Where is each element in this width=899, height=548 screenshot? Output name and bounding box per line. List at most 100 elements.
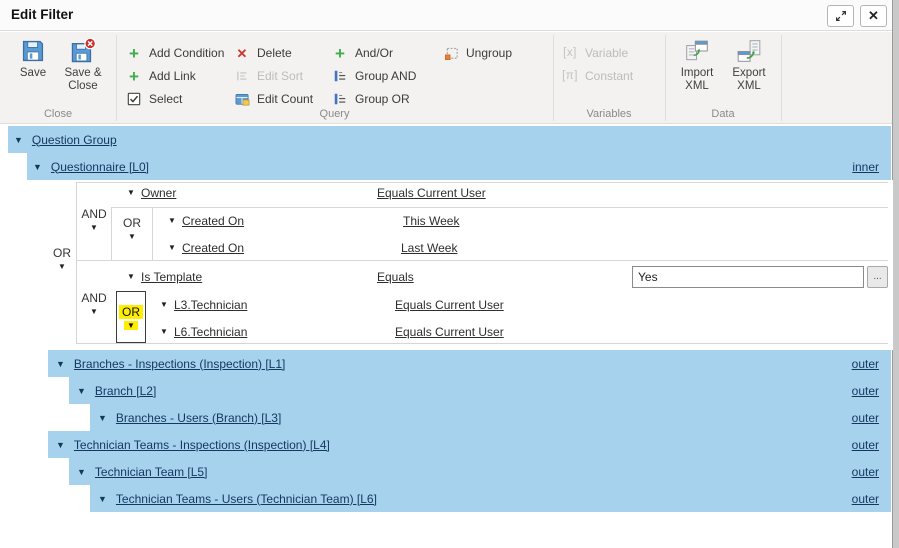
field-link-l6-technician[interactable]: L6.Technician [174, 325, 247, 339]
add-link-button[interactable]: + Add Link [126, 66, 196, 86]
field-triangle-icon[interactable]: ▼ [168, 216, 176, 225]
grid-line [152, 207, 153, 260]
dropdown-triangle-icon[interactable]: ▼ [124, 321, 138, 330]
select-label: Select [149, 92, 182, 106]
tree-row-questionnaire-l0[interactable]: ▼ Questionnaire [L0] inner [27, 153, 891, 180]
dropdown-triangle-icon[interactable]: ▼ [90, 307, 98, 316]
value-link-last-week[interactable]: Last Week [401, 241, 457, 255]
tree-link-technician-team-l5[interactable]: Technician Team [L5] [95, 465, 208, 479]
checkbox-icon [126, 92, 142, 106]
collapse-triangle-icon[interactable]: ▼ [56, 440, 65, 450]
collapse-triangle-icon[interactable]: ▼ [77, 386, 86, 396]
browse-ellipsis-button[interactable]: ... [867, 266, 888, 288]
dropdown-triangle-icon[interactable]: ▼ [58, 262, 66, 271]
maximize-button[interactable] [827, 5, 854, 27]
tree-link-question-group[interactable]: Question Group [32, 133, 117, 147]
group1-and-label: AND [81, 207, 106, 221]
add-link-label: Add Link [149, 69, 196, 83]
collapse-triangle-icon[interactable]: ▼ [77, 467, 86, 477]
close-button[interactable]: ✕ [860, 5, 887, 27]
tree-row-technician-teams-inspections-l4[interactable]: ▼ Technician Teams - Inspections (Inspec… [48, 431, 891, 458]
join-type-outer-link[interactable]: outer [852, 384, 879, 398]
sort-icon [234, 69, 250, 83]
collapse-triangle-icon[interactable]: ▼ [33, 162, 42, 172]
title-bar: Edit Filter ✕ [0, 0, 892, 31]
field-link-l3-technician[interactable]: L3.Technician [174, 298, 247, 312]
tree-link-branch-l2[interactable]: Branch [L2] [95, 384, 156, 398]
join-type-outer-link[interactable]: outer [852, 492, 879, 506]
dropdown-triangle-icon[interactable]: ▼ [90, 223, 98, 232]
and-or-button[interactable]: + And/Or [332, 43, 393, 63]
save-and-close-button[interactable]: Save & Close [58, 38, 108, 108]
tree-row-question-group[interactable]: ▼ Question Group [8, 126, 891, 153]
tree-link-branches-users-l3[interactable]: Branches - Users (Branch) [L3] [116, 411, 281, 425]
export-xml-button[interactable]: Export XML [724, 38, 774, 108]
add-condition-label: Add Condition [149, 46, 224, 60]
collapse-triangle-icon[interactable]: ▼ [14, 135, 23, 145]
value-link-l3-equals-current-user[interactable]: Equals Current User [395, 298, 504, 312]
operator-link-equals[interactable]: Equals [377, 270, 414, 284]
group2-or-label: OR [119, 305, 143, 319]
collapse-triangle-icon[interactable]: ▼ [98, 413, 107, 423]
collapse-triangle-icon[interactable]: ▼ [56, 359, 65, 369]
tree-row-branches-users-l3[interactable]: ▼ Branches - Users (Branch) [L3] outer [90, 404, 891, 431]
group-label-close: Close [0, 108, 116, 120]
field-link-created-on-1[interactable]: Created On [182, 214, 244, 228]
save-button[interactable]: Save [8, 38, 58, 108]
tree-link-technician-teams-inspections-l4[interactable]: Technician Teams - Inspections (Inspecti… [74, 438, 330, 452]
import-xml-icon [684, 38, 710, 64]
join-type-outer-link[interactable]: outer [852, 411, 879, 425]
field-link-created-on-2[interactable]: Created On [182, 241, 244, 255]
value-link-owner[interactable]: Equals Current User [377, 186, 486, 200]
field-triangle-icon[interactable]: ▼ [160, 327, 168, 336]
field-link-is-template[interactable]: Is Template [141, 270, 202, 284]
ungroup-button[interactable]: Ungroup [443, 43, 512, 63]
import-xml-button[interactable]: Import XML [672, 38, 722, 108]
group-or-icon [332, 92, 348, 106]
plus-icon: + [126, 68, 142, 85]
group1-or-operator[interactable]: OR ▼ [113, 216, 151, 241]
group-label-query: Query [116, 108, 553, 120]
join-type-outer-link[interactable]: outer [852, 357, 879, 371]
grid-line [76, 260, 888, 261]
field-triangle-icon[interactable]: ▼ [127, 272, 135, 281]
outer-or-operator[interactable]: OR ▼ [48, 246, 76, 271]
collapse-triangle-icon[interactable]: ▼ [98, 494, 107, 504]
group-separator [781, 35, 782, 121]
is-template-value-input[interactable] [632, 266, 864, 288]
group2-or-operator-selected[interactable]: OR ▼ [116, 291, 146, 343]
tree-row-branch-l2[interactable]: ▼ Branch [L2] outer [69, 377, 891, 404]
tree-row-technician-teams-users-l6[interactable]: ▼ Technician Teams - Users (Technician T… [90, 485, 891, 512]
plus-icon: + [332, 45, 348, 62]
field-triangle-icon[interactable]: ▼ [168, 243, 176, 252]
edit-count-label: Edit Count [257, 92, 313, 106]
constant-icon: [π] [562, 70, 578, 82]
group1-and-operator[interactable]: AND ▼ [77, 207, 111, 232]
tree-link-questionnaire-l0[interactable]: Questionnaire [L0] [51, 160, 149, 174]
constant-label: Constant [585, 69, 633, 83]
outer-or-label: OR [53, 246, 71, 260]
join-type-outer-link[interactable]: outer [852, 438, 879, 452]
delete-button[interactable]: ✕ Delete [234, 43, 292, 63]
grid-line [76, 343, 888, 344]
join-type-outer-link[interactable]: outer [852, 465, 879, 479]
group-and-button[interactable]: Group AND [332, 66, 416, 86]
group-or-button[interactable]: Group OR [332, 89, 410, 109]
dropdown-triangle-icon[interactable]: ▼ [128, 232, 136, 241]
tree-row-technician-team-l5[interactable]: ▼ Technician Team [L5] outer [69, 458, 891, 485]
join-type-inner-link[interactable]: inner [852, 160, 879, 174]
value-link-l6-equals-current-user[interactable]: Equals Current User [395, 325, 504, 339]
field-link-owner[interactable]: Owner [141, 186, 176, 200]
select-button[interactable]: Select [126, 89, 182, 109]
edit-count-button[interactable]: Edit Count [234, 89, 313, 109]
tree-link-branches-inspections-l1[interactable]: Branches - Inspections (Inspection) [L1] [74, 357, 285, 371]
value-link-this-week[interactable]: This Week [403, 214, 459, 228]
group2-and-operator[interactable]: AND ▼ [77, 291, 111, 316]
add-condition-button[interactable]: + Add Condition [126, 43, 224, 63]
field-triangle-icon[interactable]: ▼ [127, 188, 135, 197]
field-triangle-icon[interactable]: ▼ [160, 300, 168, 309]
constant-button: [π] Constant [562, 66, 633, 86]
save-close-icon [70, 38, 96, 64]
tree-row-branches-inspections-l1[interactable]: ▼ Branches - Inspections (Inspection) [L… [48, 350, 891, 377]
tree-link-technician-teams-users-l6[interactable]: Technician Teams - Users (Technician Tea… [116, 492, 377, 506]
